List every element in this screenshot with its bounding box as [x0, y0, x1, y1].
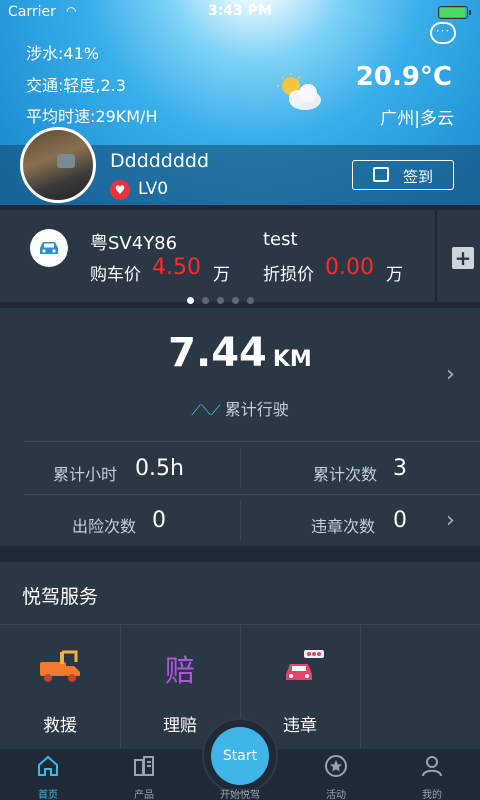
tab-home[interactable]: 首页	[0, 750, 96, 800]
service-rescue[interactable]: 救援	[0, 711, 120, 736]
total-distance[interactable]: 7.44 KM	[0, 330, 480, 376]
calendar-icon	[373, 167, 389, 182]
water-level: 涉水:41%	[26, 44, 99, 63]
trend-line-icon: ⟋⟍⟋	[191, 403, 221, 419]
distance-value: 7.44	[168, 330, 267, 376]
depreciation-value: 0.00	[325, 255, 374, 280]
partly-cloudy-icon	[277, 73, 321, 110]
level-badge-icon: ♥	[110, 180, 130, 200]
page-dot	[216, 297, 224, 304]
violations-count-value: 0	[393, 508, 407, 533]
message-icon[interactable]: ···	[430, 22, 456, 44]
user-icon	[422, 756, 442, 777]
car-icon	[30, 229, 68, 267]
divider	[240, 448, 241, 488]
username: Dddddddd	[110, 150, 210, 172]
page-dot	[186, 297, 194, 304]
claims-count-value: 0	[152, 508, 166, 533]
depreciation-unit: 万	[386, 265, 403, 285]
claims-count-label: 出险次数	[72, 517, 137, 536]
tab-products-label: 产品	[134, 790, 154, 800]
distance-label-row: ⟋⟍⟋ 累计行驶	[0, 396, 480, 420]
home-icon	[38, 755, 58, 776]
battery-icon	[438, 6, 471, 19]
purchase-price-label: 购车价	[90, 265, 141, 285]
checkin-button[interactable]: 签到	[352, 160, 454, 190]
app-screen: Carrier ◠ 3:43 PM 涉水:41% 交通:轻度,2.3 平均时速:…	[0, 0, 480, 800]
tab-mine-label: 我的	[422, 790, 442, 800]
traffic-level: 交通:轻度,2.3	[26, 76, 126, 95]
total-trips-value: 3	[393, 456, 407, 481]
services-title: 悦驾服务	[22, 586, 99, 608]
purchase-price-unit: 万	[213, 265, 230, 285]
page-dot	[231, 297, 239, 304]
city-weather: 广州|多云	[380, 109, 454, 129]
car-plate: 粤SV4Y86	[90, 233, 178, 254]
add-car-icon[interactable]: +	[452, 247, 474, 269]
distance-unit: KM	[272, 347, 312, 372]
start-driving-label[interactable]: 开始悦驾	[192, 786, 288, 800]
temperature: 20.9°C	[355, 62, 452, 92]
status-time: 3:43 PM	[208, 3, 272, 19]
traffic-light-car-icon[interactable]	[282, 648, 326, 684]
products-icon	[134, 756, 154, 776]
page-dot	[201, 297, 209, 304]
divider	[24, 441, 480, 442]
tab-mine[interactable]: 我的	[384, 750, 480, 800]
depreciation-label: 折损价	[263, 265, 314, 285]
violations-count-label: 违章次数	[311, 517, 376, 536]
total-trips-label: 累计次数	[313, 465, 378, 484]
chevron-right-icon[interactable]: ›	[446, 362, 455, 387]
divider	[240, 501, 241, 541]
car-name: test	[263, 229, 298, 250]
checkin-label: 签到	[403, 168, 434, 186]
tab-activity-label: 活动	[326, 790, 346, 800]
tab-products[interactable]: 产品	[96, 750, 192, 800]
claim-icon[interactable]: 赔	[160, 646, 200, 690]
total-hours-value: 0.5h	[135, 456, 184, 481]
star-icon	[325, 755, 347, 777]
user-level: LV0	[138, 179, 169, 199]
tow-truck-icon[interactable]	[38, 648, 82, 684]
avatar[interactable]	[20, 127, 96, 203]
average-speed: 平均时速:29KM/H	[26, 107, 158, 126]
tab-activity[interactable]: 活动	[288, 750, 384, 800]
purchase-price-value: 4.50	[152, 255, 201, 280]
status-bar: Carrier ◠ 3:43 PM	[0, 0, 480, 24]
tab-home-label: 首页	[38, 790, 58, 800]
distance-label: 累计行驶	[224, 400, 289, 419]
divider	[24, 494, 480, 495]
divider	[360, 624, 361, 754]
chevron-right-icon[interactable]: ›	[446, 508, 455, 533]
page-dot	[246, 297, 254, 304]
total-hours-label: 累计小时	[53, 465, 118, 484]
start-button[interactable]: Start	[211, 727, 269, 785]
page-indicator	[0, 289, 440, 308]
